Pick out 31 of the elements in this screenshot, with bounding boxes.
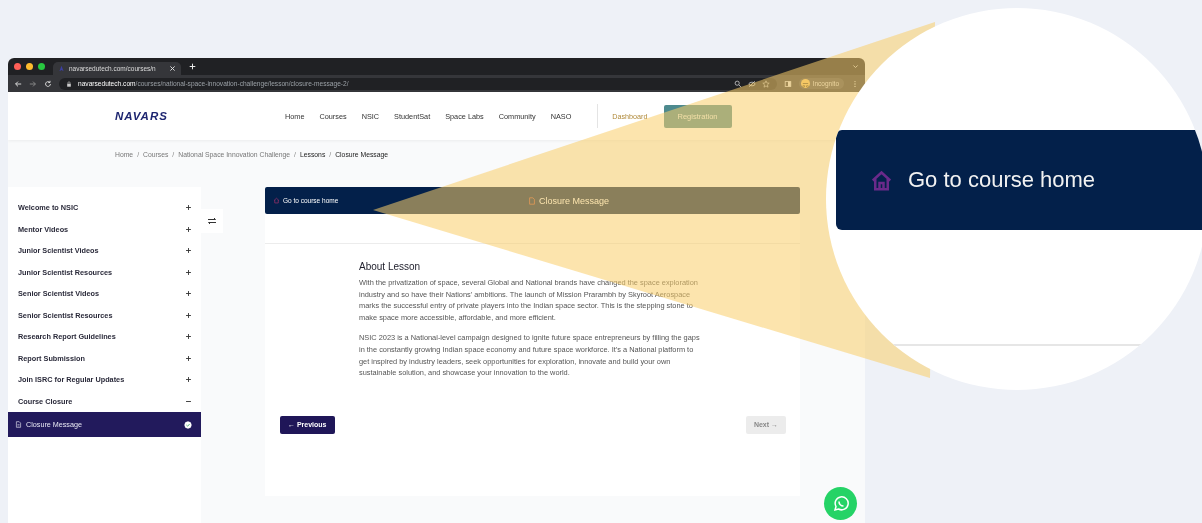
maximize-window-icon[interactable] (38, 63, 45, 70)
lock-icon (66, 80, 72, 87)
plus-icon (185, 311, 192, 319)
lesson-title: Closure Message (528, 195, 610, 206)
rocket-icon (58, 65, 65, 72)
plus-icon (185, 225, 192, 233)
close-window-icon[interactable] (14, 63, 21, 70)
forward-icon[interactable] (29, 79, 37, 88)
new-tab-icon[interactable] (189, 63, 196, 70)
section-heading: About Lesson (359, 261, 422, 272)
logo[interactable]: NAVARS (115, 110, 285, 122)
document-icon (528, 196, 536, 205)
close-tab-icon[interactable] (169, 65, 176, 72)
zoom-icon[interactable] (733, 79, 742, 88)
plus-icon (185, 376, 192, 384)
swap-arrows-icon[interactable] (201, 209, 223, 233)
plus-icon (185, 290, 192, 298)
home-icon (273, 197, 280, 204)
plus-icon (185, 268, 192, 276)
star-icon[interactable] (761, 79, 770, 88)
back-icon[interactable] (14, 79, 22, 88)
plus-icon (185, 354, 192, 362)
course-home-link[interactable]: Go to course home (869, 167, 1096, 193)
plus-icon (185, 204, 192, 212)
minimize-window-icon[interactable] (26, 63, 33, 70)
eye-slash-icon[interactable] (747, 79, 756, 88)
plus-icon (185, 333, 192, 341)
plus-icon (185, 247, 192, 255)
document-icon (15, 421, 22, 428)
incognito-icon (800, 79, 810, 88)
reload-icon[interactable] (44, 79, 52, 88)
